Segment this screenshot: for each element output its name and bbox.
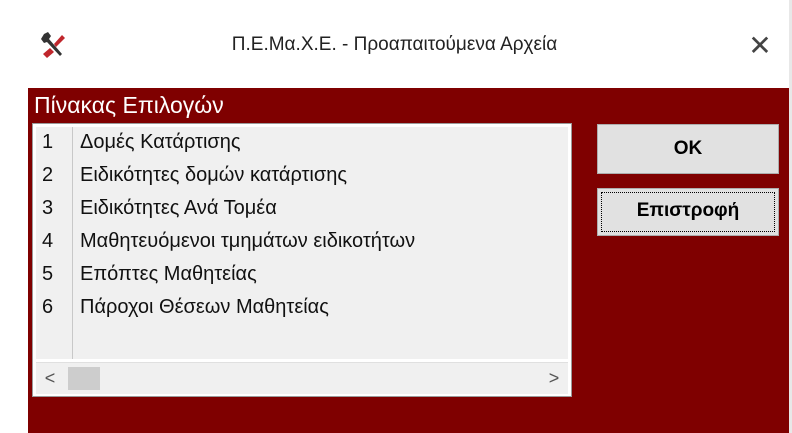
client-area: Πίνακας Επιλογών 1 Δομές Κατάρτισης 2 Ει… (28, 88, 789, 433)
list-item-number: 5 (42, 263, 54, 285)
window-title: Π.Ε.Μα.Χ.Ε. - Προαπαιτούμενα Αρχεία (231, 34, 558, 55)
list-item-label: Ειδικότητες δομών κατάρτισης (80, 164, 347, 186)
list-item[interactable]: 4 Μαθητευόμενοι τμημάτων ειδικοτήτων (36, 226, 568, 260)
title-bar[interactable]: Π.Ε.Μα.Χ.Ε. - Προαπαιτούμενα Αρχεία ✕ (0, 0, 789, 88)
list-item-number: 3 (42, 197, 54, 219)
list-item-label: Μαθητευόμενοι τμημάτων ειδικοτήτων (80, 230, 416, 252)
list-item[interactable]: 1 Δομές Κατάρτισης (36, 127, 568, 161)
list-item-label: Ειδικότητες Ανά Τομέα (80, 197, 277, 219)
list-item-number: 1 (42, 131, 54, 153)
list-item-label: Δομές Κατάρτισης (80, 131, 241, 153)
list-item[interactable]: 3 Ειδικότητες Ανά Τομέα (36, 193, 568, 227)
list-item[interactable]: 2 Ειδικότητες δομών κατάρτισης (36, 160, 568, 194)
list-item[interactable]: 6 Πάροχοι Θέσεων Μαθητείας (36, 292, 568, 326)
focus-rectangle (601, 192, 775, 232)
scroll-right-icon[interactable]: > (540, 363, 568, 394)
options-listbox[interactable]: 1 Δομές Κατάρτισης 2 Ειδικότητες δομών κ… (32, 123, 572, 397)
list-item-number: 4 (42, 230, 54, 252)
close-icon[interactable]: ✕ (740, 26, 780, 66)
list-item-label: Πάροχοι Θέσεων Μαθητείας (80, 296, 329, 318)
list-item-label: Επόπτες Μαθητείας (80, 263, 257, 285)
scroll-thumb[interactable] (68, 367, 100, 390)
list-item[interactable]: 5 Επόπτες Μαθητείας (36, 259, 568, 293)
scroll-left-icon[interactable]: < (36, 363, 64, 394)
panel-title: Πίνακας Επιλογών (34, 92, 224, 118)
list-item-number: 2 (42, 164, 54, 186)
list-content: 1 Δομές Κατάρτισης 2 Ειδικότητες δομών κ… (36, 127, 568, 359)
back-button[interactable]: Επιστροφή (597, 188, 779, 236)
horizontal-scrollbar[interactable]: < > (36, 362, 568, 394)
dialog-window: Π.Ε.Μα.Χ.Ε. - Προαπαιτούμενα Αρχεία ✕ Πί… (0, 0, 792, 433)
ok-button[interactable]: OK (597, 124, 779, 174)
list-item-number: 6 (42, 296, 54, 318)
